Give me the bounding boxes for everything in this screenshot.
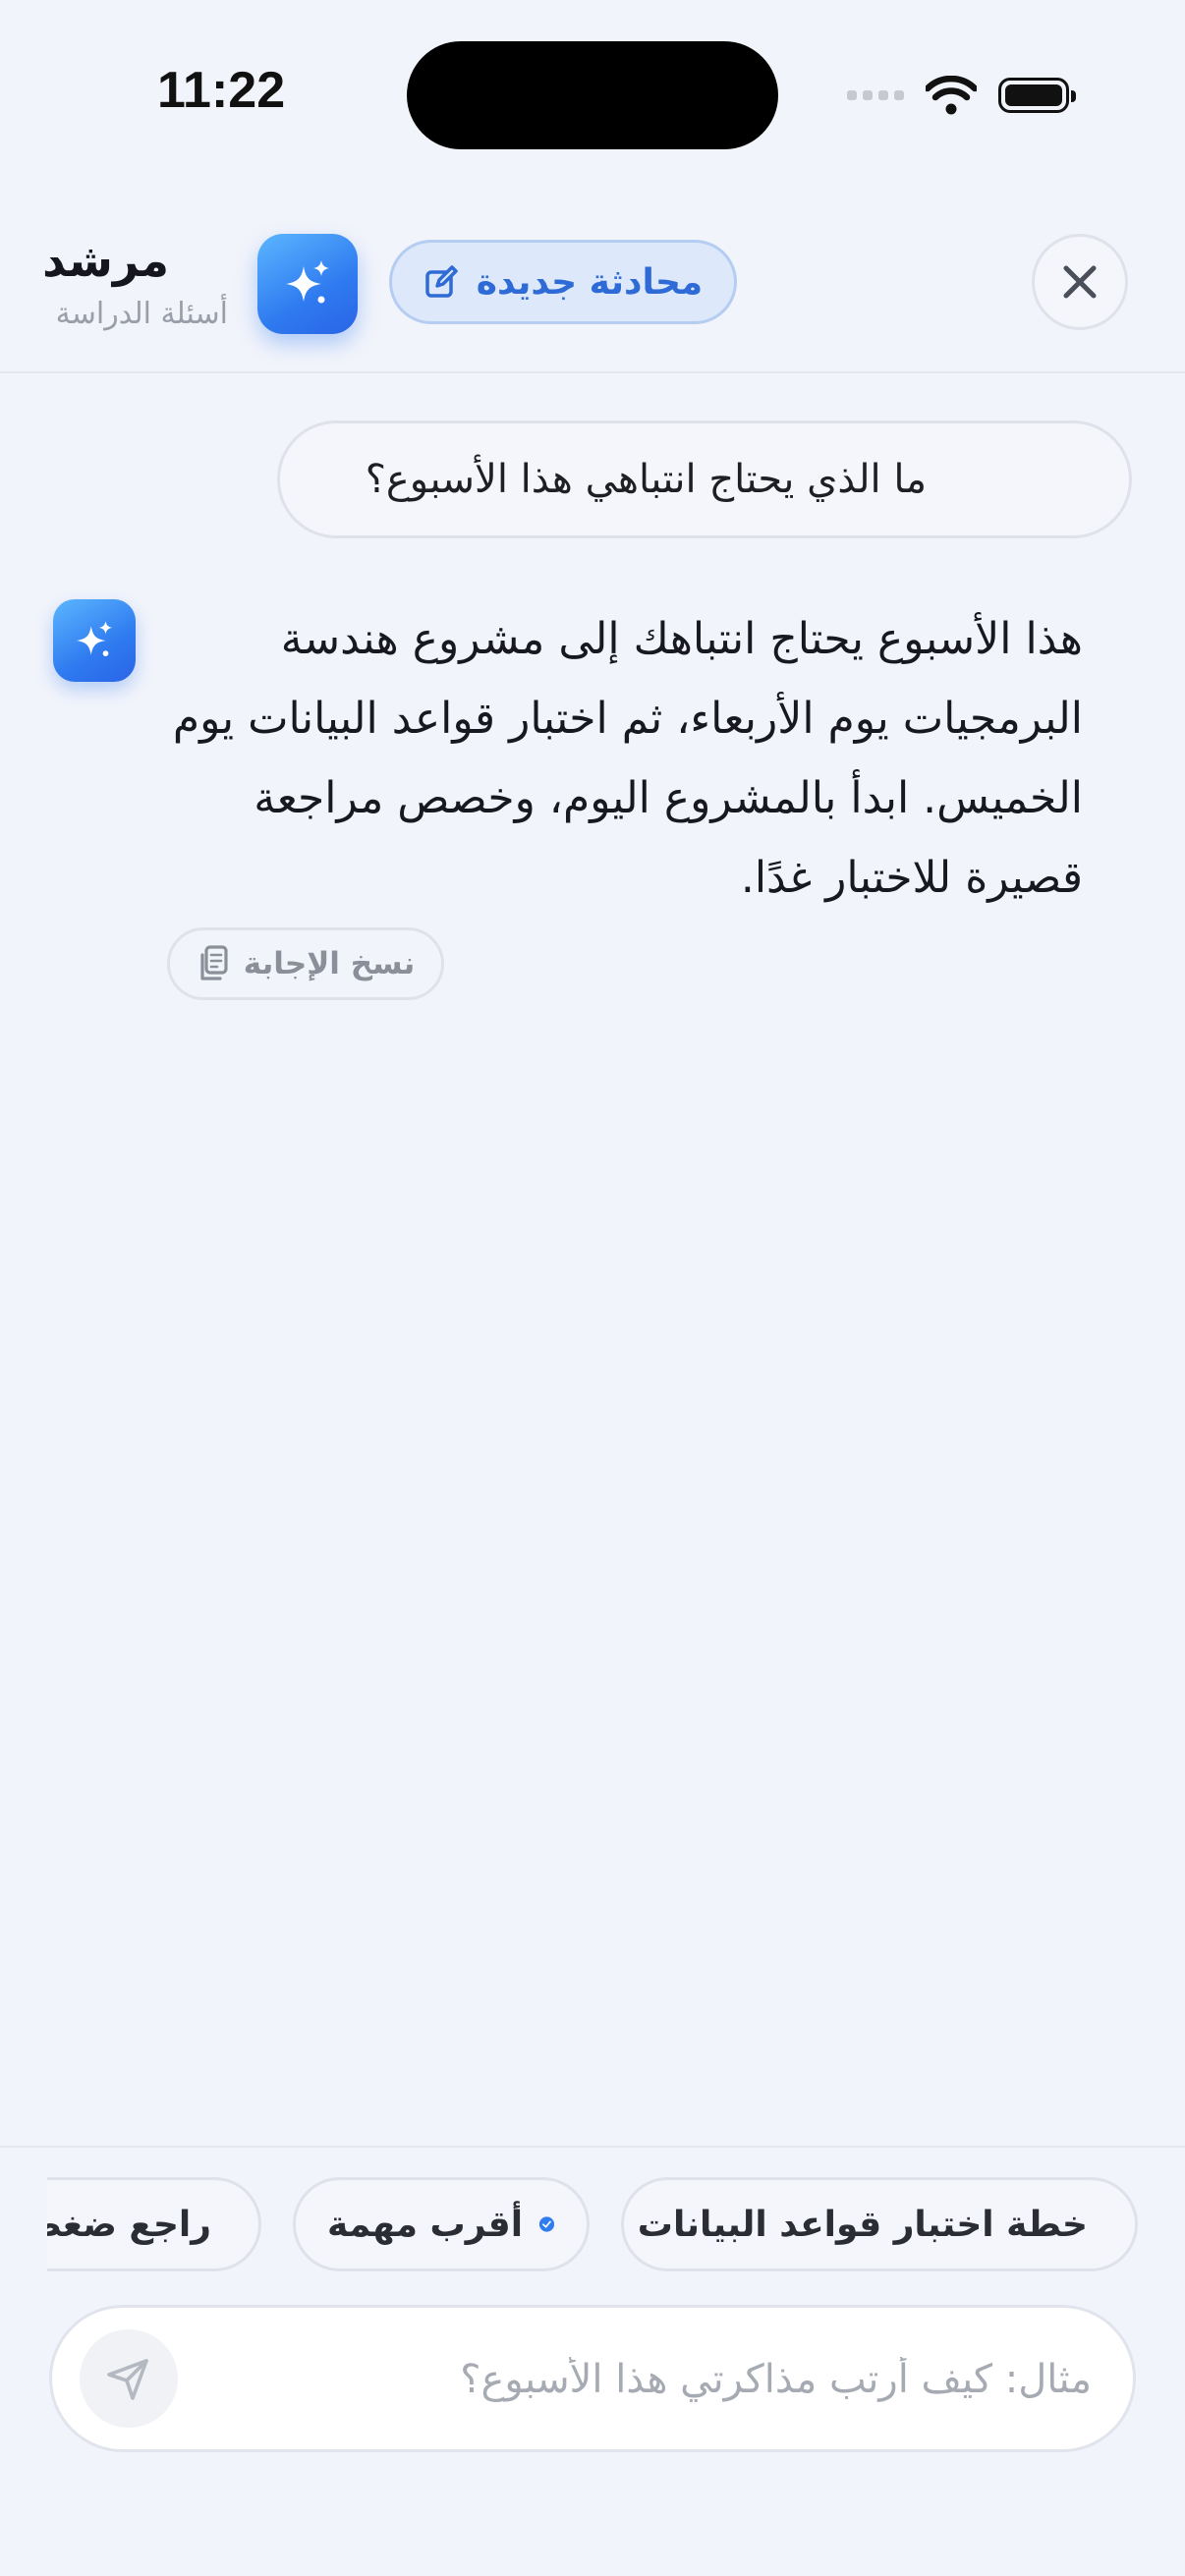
status-icons	[847, 71, 1076, 120]
app-subtitle: أسئلة الدراسة	[55, 297, 228, 331]
suggestion-label: راجع ضغط الأسبوع	[47, 2204, 211, 2245]
suggestion-chip-nearest-task[interactable]: أقرب مهمة	[293, 2177, 590, 2271]
send-icon	[107, 2359, 148, 2400]
status-time: 11:22	[157, 62, 286, 119]
app-screen: 11:22 محادثة جديدة مرشد أسئلة الدراسة ما…	[0, 0, 1185, 2576]
assistant-avatar	[53, 599, 136, 682]
battery-icon	[998, 78, 1076, 113]
copy-answer-label: نسخ الإجابة	[243, 946, 416, 981]
suggestion-label: أقرب مهمة	[327, 2204, 524, 2245]
cellular-signal-icon	[847, 90, 904, 100]
suggestion-chips[interactable]: خطة اختبار قواعد البيانات أقرب مهمة راجع…	[47, 2177, 1185, 2275]
new-chat-button[interactable]: محادثة جديدة	[389, 240, 737, 324]
message-input[interactable]	[205, 2308, 1094, 2451]
assistant-message-text: هذا الأسبوع يحتاج انتباهك إلى مشروع هندس…	[172, 614, 1083, 903]
dynamic-island	[407, 41, 778, 149]
suggestion-chip-weekly-load[interactable]: راجع ضغط الأسبوع	[47, 2177, 261, 2271]
send-button[interactable]	[80, 2329, 178, 2428]
suggestion-chip-database-plan[interactable]: خطة اختبار قواعد البيانات	[621, 2177, 1138, 2271]
app-title: مرشد	[42, 234, 169, 287]
wifi-icon	[926, 76, 977, 115]
close-icon	[1063, 265, 1097, 299]
sparkles-icon	[76, 621, 113, 657]
new-chat-label: محادثة جديدة	[476, 261, 704, 303]
assistant-logo	[257, 234, 358, 334]
check-circle-icon	[538, 2216, 555, 2232]
user-message-bubble: ما الذي يحتاج انتباهي هذا الأسبوع؟	[277, 420, 1132, 538]
copy-icon	[200, 945, 228, 980]
user-message-text: ما الذي يحتاج انتباهي هذا الأسبوع؟	[365, 457, 927, 502]
sparkles-icon	[286, 260, 329, 304]
close-button[interactable]	[1032, 234, 1128, 330]
composer-area: خطة اختبار قواعد البيانات أقرب مهمة راجع…	[0, 2146, 1185, 2576]
suggestion-label: خطة اختبار قواعد البيانات	[637, 2204, 1088, 2245]
copy-answer-button[interactable]: نسخ الإجابة	[167, 927, 444, 1000]
message-composer	[49, 2305, 1136, 2452]
edit-icon	[425, 265, 458, 298]
chat-header: محادثة جديدة مرشد أسئلة الدراسة	[0, 187, 1185, 373]
